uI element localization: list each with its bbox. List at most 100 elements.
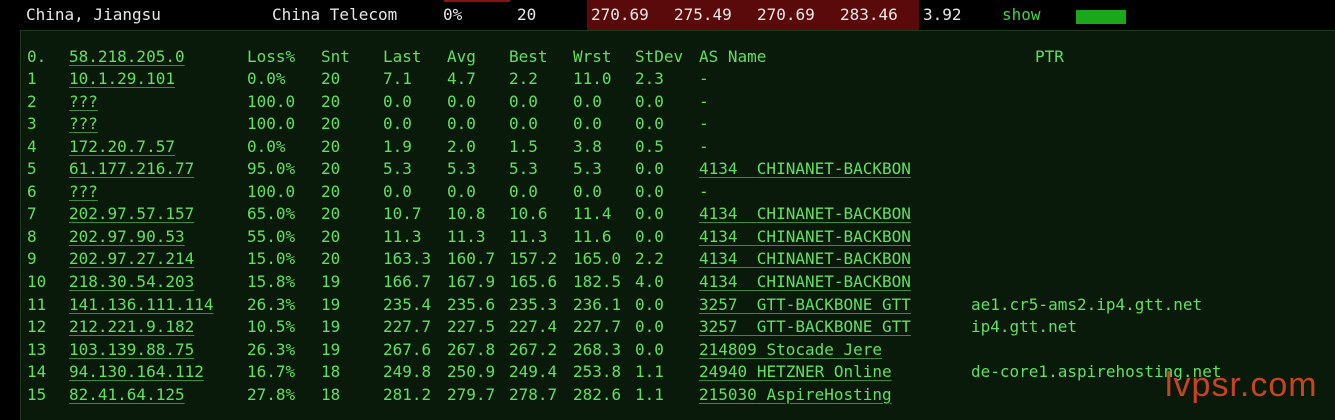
hop-as-gap bbox=[757, 385, 767, 404]
hop-asn: 4134 bbox=[699, 226, 738, 246]
hop-last: 227.7 bbox=[383, 317, 432, 337]
hop-best: 11.3 bbox=[509, 226, 548, 246]
hop-last: 7.1 bbox=[383, 69, 412, 88]
hop-loss: 55.0% bbox=[247, 226, 296, 246]
hop-stdev: 2.2 bbox=[635, 249, 664, 269]
hop-best: 0.0 bbox=[509, 181, 538, 201]
hop-wrst: 11.4 bbox=[573, 204, 612, 224]
hop-as-link[interactable]: 24940 HETZNER Online bbox=[699, 361, 892, 383]
hop-stdev: 0.0 bbox=[635, 339, 664, 359]
hop-best: 157.2 bbox=[509, 249, 558, 269]
summary-sent: 20 bbox=[517, 5, 537, 24]
hop-host[interactable]: 202.97.27.214 bbox=[69, 248, 194, 270]
hop-host[interactable]: ??? bbox=[69, 113, 98, 135]
hop-as-link[interactable]: 4134 CHINANET-BACKBON bbox=[699, 203, 911, 225]
hop-snt: 19 bbox=[321, 317, 341, 337]
summary-location: China, Jiangsu bbox=[26, 5, 161, 24]
hop-as-gap bbox=[738, 272, 757, 291]
hop-wrst: 236.1 bbox=[573, 294, 622, 314]
hop-host[interactable]: 218.30.54.203 bbox=[69, 271, 194, 293]
hop-best: 249.4 bbox=[509, 362, 558, 382]
hop-stdev: 0.0 bbox=[635, 204, 664, 224]
hop-best: 2.2 bbox=[509, 69, 538, 88]
hop-snt: 19 bbox=[321, 294, 341, 314]
hop-best: 267.2 bbox=[509, 339, 558, 359]
hop-last: 1.9 bbox=[383, 136, 412, 156]
hop-wrst: 11.6 bbox=[573, 226, 612, 246]
hop-wrst: 282.6 bbox=[573, 384, 622, 404]
hop-loss: 26.3% bbox=[247, 294, 296, 314]
hop-avg: 0.0 bbox=[447, 91, 476, 111]
header-snt: Snt bbox=[321, 47, 350, 66]
hop-last: 0.0 bbox=[383, 181, 412, 201]
hop-index: 9 bbox=[27, 249, 37, 269]
hop-loss: 27.8% bbox=[247, 384, 296, 404]
summary-avg: 275.49 bbox=[674, 5, 732, 24]
hop-host[interactable]: 202.97.57.157 bbox=[69, 203, 194, 225]
hop-avg: 279.7 bbox=[447, 384, 496, 404]
header-index: 0. bbox=[27, 47, 47, 66]
hop-as-link[interactable]: 214809 Stocade Jere bbox=[699, 339, 882, 361]
hop-wrst: 253.8 bbox=[573, 362, 622, 382]
hop-asname: CHINANET-BACKBON bbox=[756, 159, 911, 179]
hop-index: 5 bbox=[27, 159, 37, 179]
hop-as-link[interactable]: 3257 GTT-BACKBONE GTT bbox=[699, 294, 911, 316]
hop-as-link[interactable]: 3257 GTT-BACKBONE GTT bbox=[699, 316, 911, 338]
hop-asn: 3257 bbox=[699, 317, 738, 337]
hop-as-link[interactable]: 4134 CHINANET-BACKBON bbox=[699, 271, 911, 293]
header-host[interactable]: 58.218.205.0 bbox=[69, 46, 185, 68]
hop-asname: GTT-BACKBONE GTT bbox=[756, 294, 911, 314]
hop-stdev: 0.0 bbox=[635, 226, 664, 246]
hop-snt: 19 bbox=[321, 339, 341, 359]
hop-wrst: 0.0 bbox=[573, 114, 602, 134]
summary-best: 270.69 bbox=[757, 5, 815, 24]
hop-host[interactable]: 82.41.64.125 bbox=[69, 384, 185, 406]
hop-avg: 4.7 bbox=[447, 69, 476, 88]
hop-loss: 10.5% bbox=[247, 317, 296, 337]
header-avg: Avg bbox=[447, 47, 476, 66]
header-best: Best bbox=[509, 47, 548, 66]
hop-snt: 18 bbox=[321, 362, 341, 382]
hop-best: 10.6 bbox=[509, 204, 548, 224]
hop-host[interactable]: 94.130.164.112 bbox=[69, 361, 204, 383]
hop-as-gap bbox=[738, 295, 757, 314]
hop-host[interactable]: 61.177.216.77 bbox=[69, 158, 194, 180]
header-last: Last bbox=[383, 47, 422, 66]
hop-wrst: 182.5 bbox=[573, 271, 622, 291]
hop-asn: 3257 bbox=[699, 294, 738, 314]
hop-as-gap bbox=[738, 317, 757, 336]
hop-index: 4 bbox=[27, 136, 37, 156]
hop-snt: 20 bbox=[321, 249, 341, 269]
hop-stdev: 0.0 bbox=[635, 114, 664, 134]
hop-avg: 167.9 bbox=[447, 271, 496, 291]
hop-as-link[interactable]: 4134 CHINANET-BACKBON bbox=[699, 248, 911, 270]
hop-avg: 0.0 bbox=[447, 181, 476, 201]
hop-best: 5.3 bbox=[509, 159, 538, 179]
hop-host[interactable]: 172.20.7.57 bbox=[69, 136, 175, 158]
hop-asname: CHINANET-BACKBON bbox=[756, 249, 911, 269]
show-toggle-link[interactable]: show bbox=[1002, 5, 1041, 25]
hop-as-link[interactable]: 4134 CHINANET-BACKBON bbox=[699, 158, 911, 180]
hop-host[interactable]: 10.1.29.101 bbox=[69, 68, 175, 90]
hop-host[interactable]: ??? bbox=[69, 181, 98, 203]
hop-as-link[interactable]: 4134 CHINANET-BACKBON bbox=[699, 226, 911, 248]
hop-stdev: 0.0 bbox=[635, 294, 664, 314]
hop-wrst: 0.0 bbox=[573, 181, 602, 201]
hop-host[interactable]: 141.136.111.114 bbox=[69, 294, 214, 316]
hop-best: 165.6 bbox=[509, 271, 558, 291]
quality-bar bbox=[1076, 10, 1126, 24]
hop-avg: 267.8 bbox=[447, 339, 496, 359]
hop-best: 1.5 bbox=[509, 136, 538, 156]
hop-host[interactable]: 202.97.90.53 bbox=[69, 226, 185, 248]
hop-host[interactable]: 212.221.9.182 bbox=[69, 316, 194, 338]
hop-host[interactable]: ??? bbox=[69, 91, 98, 113]
hop-asname: - bbox=[699, 69, 709, 88]
hop-stdev: 1.1 bbox=[635, 362, 664, 382]
hop-last: 267.6 bbox=[383, 339, 432, 359]
hop-last: 235.4 bbox=[383, 294, 432, 314]
hop-as-link[interactable]: 215030 AspireHosting bbox=[699, 384, 892, 406]
hop-host[interactable]: 103.139.88.75 bbox=[69, 339, 194, 361]
hop-last: 10.7 bbox=[383, 204, 422, 224]
loss-indicator-line bbox=[444, 0, 510, 2]
hop-index: 10 bbox=[27, 271, 47, 291]
